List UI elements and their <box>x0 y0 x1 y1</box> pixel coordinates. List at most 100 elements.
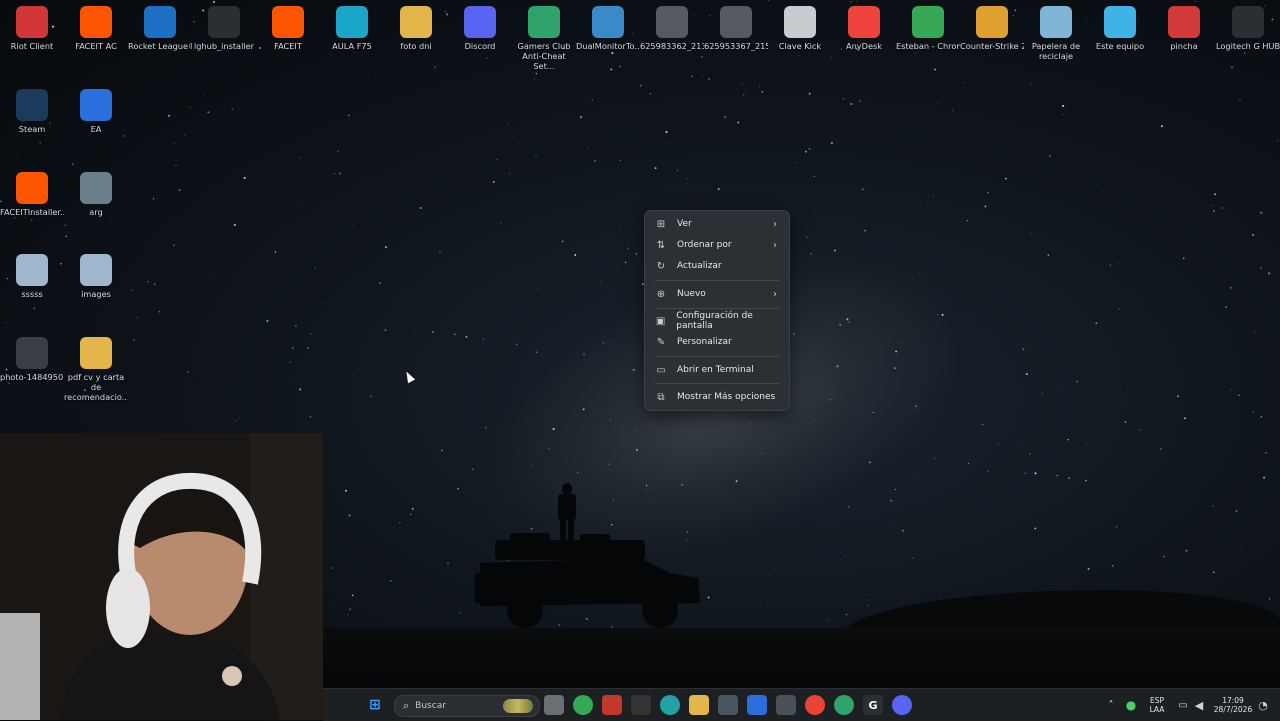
webcam-overlay <box>0 433 323 720</box>
desktop-icon-label: FACEITInstaller... <box>0 207 64 217</box>
desktop-icon[interactable]: DualMonitorTo... <box>576 2 640 51</box>
menu-item-label: Ver <box>677 219 692 229</box>
mail-icon[interactable] <box>747 695 767 715</box>
image-file-icon <box>720 6 752 38</box>
chrome-icon[interactable] <box>573 695 593 715</box>
desktop-icon[interactable]: Papelera de reciclaje <box>1024 2 1088 61</box>
desktop-icon-label: Este equipo <box>1088 41 1152 51</box>
menu-item-ordenar-por[interactable]: ⇅ Ordenar por › <box>649 235 785 255</box>
desktop-icon-label: Counter-Strike 2 <box>960 41 1024 51</box>
plus-circle-icon: ⊕ <box>655 289 667 300</box>
desktop-icon-label: 625953367_215... <box>704 41 768 51</box>
menu-item-label: Actualizar <box>677 261 722 271</box>
desktop-icon-label: Papelera de reciclaje <box>1024 41 1088 61</box>
document-icon <box>80 254 112 286</box>
desktop-icon[interactable]: FACEIT AC <box>64 2 128 51</box>
faceit-icon <box>272 6 304 38</box>
language-indicator[interactable]: ESP LAA <box>1145 696 1169 714</box>
desktop-icon[interactable]: Riot Client <box>0 2 64 51</box>
desktop-icon[interactable]: 625953367_215... <box>704 2 768 51</box>
desktop-icon[interactable]: FACEITInstaller... <box>0 168 64 217</box>
desktop-icon[interactable]: foto dni <box>384 2 448 51</box>
logitech-ghub-icon[interactable]: G <box>863 695 883 715</box>
desktop-icon-label: sssss <box>0 289 64 299</box>
clock[interactable]: 17:09 28/7/2026 <box>1208 696 1258 714</box>
desktop-icon[interactable]: pincha <box>1152 2 1216 51</box>
document-icon <box>16 254 48 286</box>
discord-icon[interactable] <box>892 695 912 715</box>
start-icon[interactable]: ⊞ <box>365 695 385 715</box>
desktop-icon[interactable]: Este equipo <box>1088 2 1152 51</box>
desktop-icon-label: Logitech G HUB <box>1216 41 1280 51</box>
ea-icon <box>80 89 112 121</box>
desktop-icon[interactable]: photo-1484950... <box>0 333 64 382</box>
notification-bell-icon[interactable]: ◔ <box>1253 695 1273 715</box>
chevron-up-icon[interactable]: ˄ <box>1101 695 1121 715</box>
aula-icon <box>336 6 368 38</box>
riot-icon <box>16 6 48 38</box>
menu-separator <box>655 308 779 309</box>
menu-item-nuevo[interactable]: ⊕ Nuevo › <box>649 284 785 304</box>
desktop-icon[interactable]: Esteban - Chrome <box>896 2 960 51</box>
desktop-icon-label: Riot Client <box>0 41 64 51</box>
desktop-icon[interactable]: arg <box>64 168 128 217</box>
menu-separator <box>655 280 779 281</box>
chrome-icon <box>912 6 944 38</box>
desktop-icon[interactable]: Clave Kick <box>768 2 832 51</box>
store-icon[interactable] <box>718 695 738 715</box>
rocket-league-icon <box>144 6 176 38</box>
anydesk-icon <box>848 6 880 38</box>
desktop-icon[interactable]: AnyDesk <box>832 2 896 51</box>
menu-item-configuracion-pantalla[interactable]: ▣ Configuración de pantalla <box>649 311 785 331</box>
desktop-icon[interactable]: EA <box>64 85 128 134</box>
image-file-icon <box>80 172 112 204</box>
menu-separator <box>655 383 779 384</box>
desktop-icon-label: Esteban - Chrome <box>896 41 960 51</box>
gamers-club-icon[interactable] <box>834 695 854 715</box>
refresh-icon: ↻ <box>655 261 667 272</box>
desktop-icon[interactable]: FACEIT <box>256 2 320 51</box>
calculator-icon[interactable] <box>776 695 796 715</box>
desktop-icon-label: Clave Kick <box>768 41 832 51</box>
desktop-icon[interactable]: Gamers Club Anti-Cheat Set... <box>512 2 576 71</box>
menu-item-label: Abrir en Terminal <box>677 365 754 375</box>
menu-item-personalizar[interactable]: ✎ Personalizar <box>649 332 785 352</box>
file-explorer-icon[interactable] <box>689 695 709 715</box>
menu-item-actualizar[interactable]: ↻ Actualizar <box>649 256 785 276</box>
task-view-icon[interactable] <box>544 695 564 715</box>
menu-separator <box>655 356 779 357</box>
desktop-icon[interactable]: Counter-Strike 2 <box>960 2 1024 51</box>
taskbar-search[interactable]: ⌕ Buscar <box>394 695 540 717</box>
faceit-installer-icon <box>16 172 48 204</box>
desktop-icon[interactable]: sssss <box>0 250 64 299</box>
microphone-icon[interactable]: ● <box>1121 695 1141 715</box>
discord-icon <box>464 6 496 38</box>
menu-item-label: Mostrar Más opciones <box>677 392 775 402</box>
desktop-icon[interactable]: images <box>64 250 128 299</box>
desktop-icon-label: lghub_installer <box>192 41 256 51</box>
pencil-icon: ✎ <box>655 337 667 348</box>
desktop-icon[interactable]: Steam <box>0 85 64 134</box>
desktop-icon-label: pincha <box>1152 41 1216 51</box>
edge-icon[interactable] <box>660 695 680 715</box>
desktop-icon[interactable]: lghub_installer <box>192 2 256 51</box>
folder-icon <box>80 337 112 369</box>
menu-item-ver[interactable]: ⊞ Ver › <box>649 214 785 234</box>
chrome-icon[interactable] <box>805 695 825 715</box>
epic-games-icon[interactable] <box>631 695 651 715</box>
recycle-bin-icon <box>1040 6 1072 38</box>
text-file-icon <box>784 6 816 38</box>
desktop-icon[interactable]: Rocket League® <box>128 2 192 51</box>
steam-icon <box>16 89 48 121</box>
shield-icon[interactable] <box>602 695 622 715</box>
volume-icon[interactable]: ◀ <box>1189 695 1209 715</box>
menu-item-mas-opciones[interactable]: ⧉ Mostrar Más opciones <box>649 387 785 407</box>
desktop-icon-label: FACEIT AC <box>64 41 128 51</box>
menu-item-abrir-terminal[interactable]: ▭ Abrir en Terminal <box>649 360 785 380</box>
desktop-icon[interactable]: 625983362_213... <box>640 2 704 51</box>
desktop-icon[interactable]: Logitech G HUB <box>1216 2 1280 51</box>
desktop-icon[interactable]: pdf cv y carta de recomendacio... <box>64 333 128 402</box>
desktop-icon[interactable]: Discord <box>448 2 512 51</box>
webcam-person-image <box>0 433 323 720</box>
desktop-icon[interactable]: AULA F75 <box>320 2 384 51</box>
